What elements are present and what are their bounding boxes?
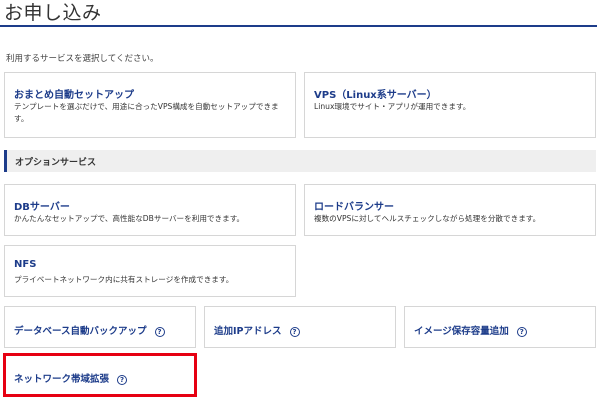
question-circle-icon[interactable]: ? (289, 326, 300, 337)
page-title: お申し込み (4, 2, 102, 24)
section-header-options: オプションサービス (4, 150, 596, 172)
addon-card-additional-ip[interactable]: 追加IPアドレス? (204, 306, 396, 348)
addon-title: 追加IPアドレス (214, 326, 282, 337)
question-circle-icon[interactable]: ? (154, 326, 165, 337)
addon-title: データベース自動バックアップ (14, 326, 147, 337)
service-description: テンプレートを選ぶだけで、用途に合ったVPS構成を自動セットアップできます。 (14, 102, 279, 123)
option-description: プライベートネットワーク内に共有ストレージを作成できます。 (14, 275, 234, 284)
service-card-auto-setup[interactable]: おまとめ自動セットアップ テンプレートを選ぶだけで、用途に合ったVPS構成を自動… (4, 72, 296, 138)
title-divider (0, 25, 597, 27)
option-title: NFS (14, 259, 37, 270)
service-description: Linux環境でサイト・アプリが運用できます。 (314, 102, 471, 111)
service-title: VPS（Linux系サーバー） (314, 90, 437, 101)
section-title: オプションサービス (15, 158, 97, 168)
question-circle-icon[interactable]: ? (516, 326, 527, 337)
service-title: おまとめ自動セットアップ (14, 90, 134, 101)
option-card-db-server[interactable]: DBサーバー かんたんなセットアップで、高性能なDBサーバーを利用できます。 (4, 184, 296, 236)
intro-text: 利用するサービスを選択してください。 (6, 54, 159, 64)
addon-card-db-backup[interactable]: データベース自動バックアップ? (4, 306, 196, 348)
option-description: かんたんなセットアップで、高性能なDBサーバーを利用できます。 (14, 214, 245, 223)
addon-card-image-storage[interactable]: イメージ保存容量追加? (404, 306, 596, 348)
service-card-vps-linux[interactable]: VPS（Linux系サーバー） Linux環境でサイト・アプリが運用できます。 (304, 72, 596, 138)
option-title: DBサーバー (14, 202, 70, 213)
option-card-load-balancer[interactable]: ロードバランサー 複数のVPSに対してヘルスチェックしながら処理を分散できます。 (304, 184, 596, 236)
highlight-box (3, 353, 197, 397)
addon-title: イメージ保存容量追加 (414, 326, 509, 337)
option-card-nfs[interactable]: NFS プライベートネットワーク内に共有ストレージを作成できます。 (4, 245, 296, 297)
option-description: 複数のVPSに対してヘルスチェックしながら処理を分散できます。 (314, 214, 541, 223)
option-title: ロードバランサー (314, 202, 394, 213)
